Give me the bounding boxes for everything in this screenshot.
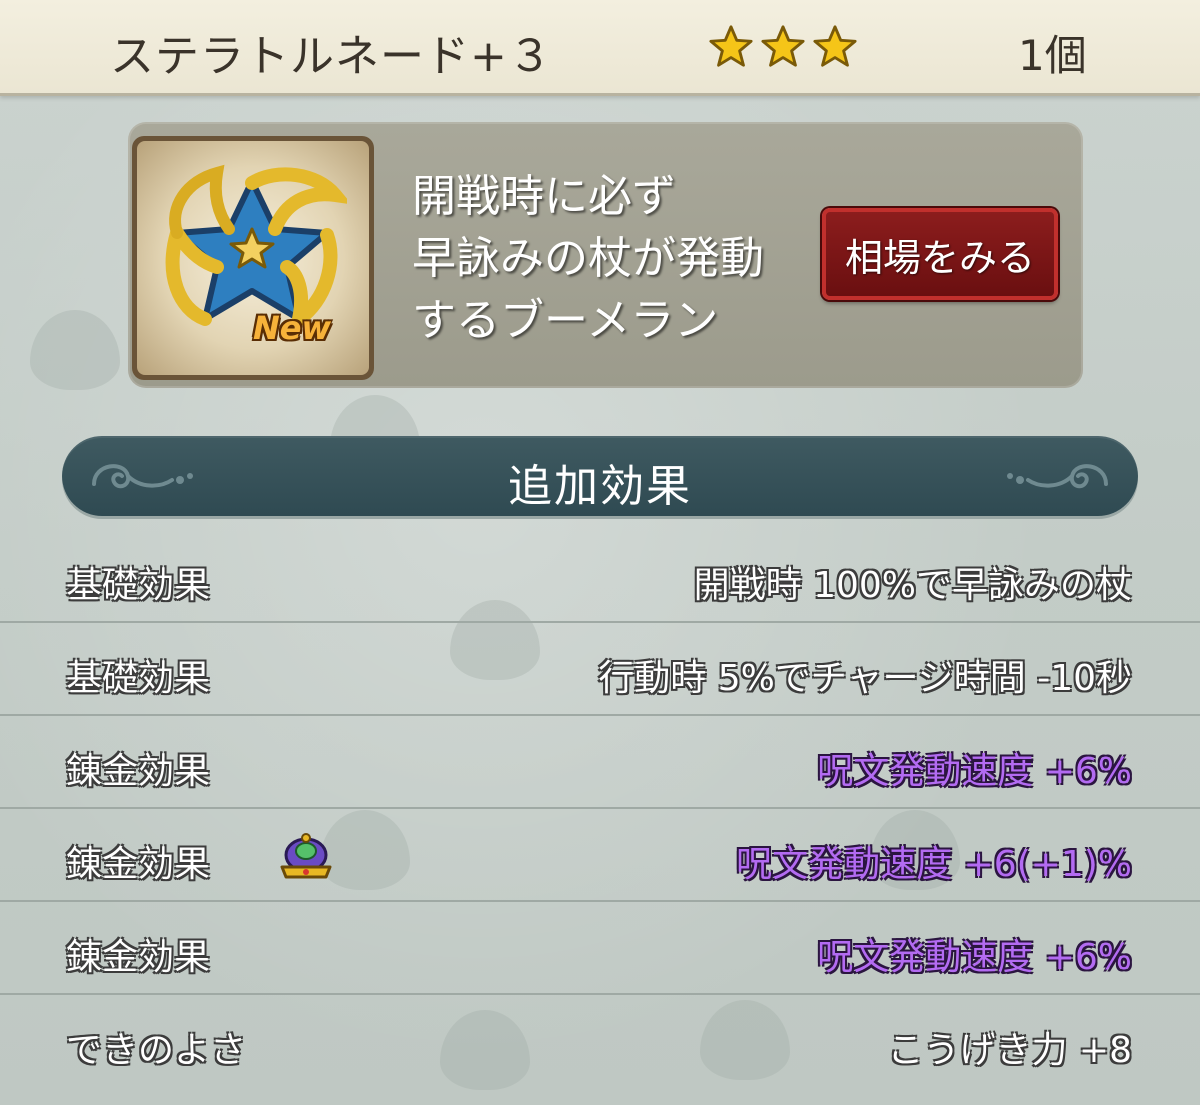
item-quantity: 1個 [1018,31,1087,80]
description-line: 開戦時に必ず [412,171,676,222]
crown-icon [280,833,332,879]
effect-label: 基礎効果 [66,658,211,699]
star-icon [761,25,805,67]
effect-value: 開戦時 100%で早詠みの杖 [693,565,1132,606]
effect-value: 行動時 5%でチャージ時間 -10秒 [598,658,1132,699]
effect-label: 基礎効果 [66,565,211,606]
alchemy-effect-value: 呪文発動速度 +6% [817,751,1132,792]
effects-list: 基礎効果 開戦時 100%で早詠みの杖 基礎効果 行動時 5%でチャージ時間 -… [0,530,1200,1088]
star-icon [709,25,753,67]
item-icon-background: New [137,141,369,375]
background-slime-decoration [30,310,120,390]
section-title: 追加効果 [508,461,692,512]
item-name: ステラトルネード+３ [110,31,553,82]
effect-label: 錬金効果 [66,844,211,885]
alchemy-effect-value: 呪文発動速度 +6(+1)% [736,844,1132,885]
description-line: 早詠みの杖が発動 [412,233,764,284]
additional-effects-banner: 追加効果 [62,436,1138,516]
effect-row: 基礎効果 行動時 5%でチャージ時間 -10秒 [0,623,1200,716]
effect-value: こうげき力 +8 [887,1030,1132,1071]
effect-label: できのよさ [66,1030,247,1071]
new-badge: New [253,309,332,347]
effect-row: できのよさ こうげき力 +8 [0,995,1200,1088]
item-icon-frame[interactable]: New [132,136,374,380]
ornament-swirl-icon [1007,464,1108,489]
alchemy-effect-value: 呪文発動速度 +6% [817,937,1132,978]
effect-row: 錬金効果 呪文発動速度 +6% [0,902,1200,995]
star-rating [708,24,858,70]
item-summary-card: New 開戦時に必ず 早詠みの杖が発動 するブーメラン 相場をみる [128,122,1083,388]
item-header: ステラトルネード+３ 1個 [0,0,1200,96]
star-icon [813,25,857,67]
view-market-price-button[interactable]: 相場をみる [822,208,1058,300]
effect-row: 錬金効果 呪文発動速度 +6% [0,716,1200,809]
item-detail-screen: ステラトルネード+３ 1個 New 開戦時に必ず 早詠みの杖が発動 するブーメラ… [0,0,1200,1105]
effect-row: 錬金効果 呪文発動速度 +6(+1)% [0,809,1200,902]
description-line: するブーメラン [412,295,719,346]
effect-label: 錬金効果 [66,937,211,978]
item-description: 開戦時に必ず 早詠みの杖が発動 するブーメラン [412,166,812,352]
effect-row: 基礎効果 開戦時 100%で早詠みの杖 [0,530,1200,623]
effect-label: 錬金効果 [66,751,211,792]
